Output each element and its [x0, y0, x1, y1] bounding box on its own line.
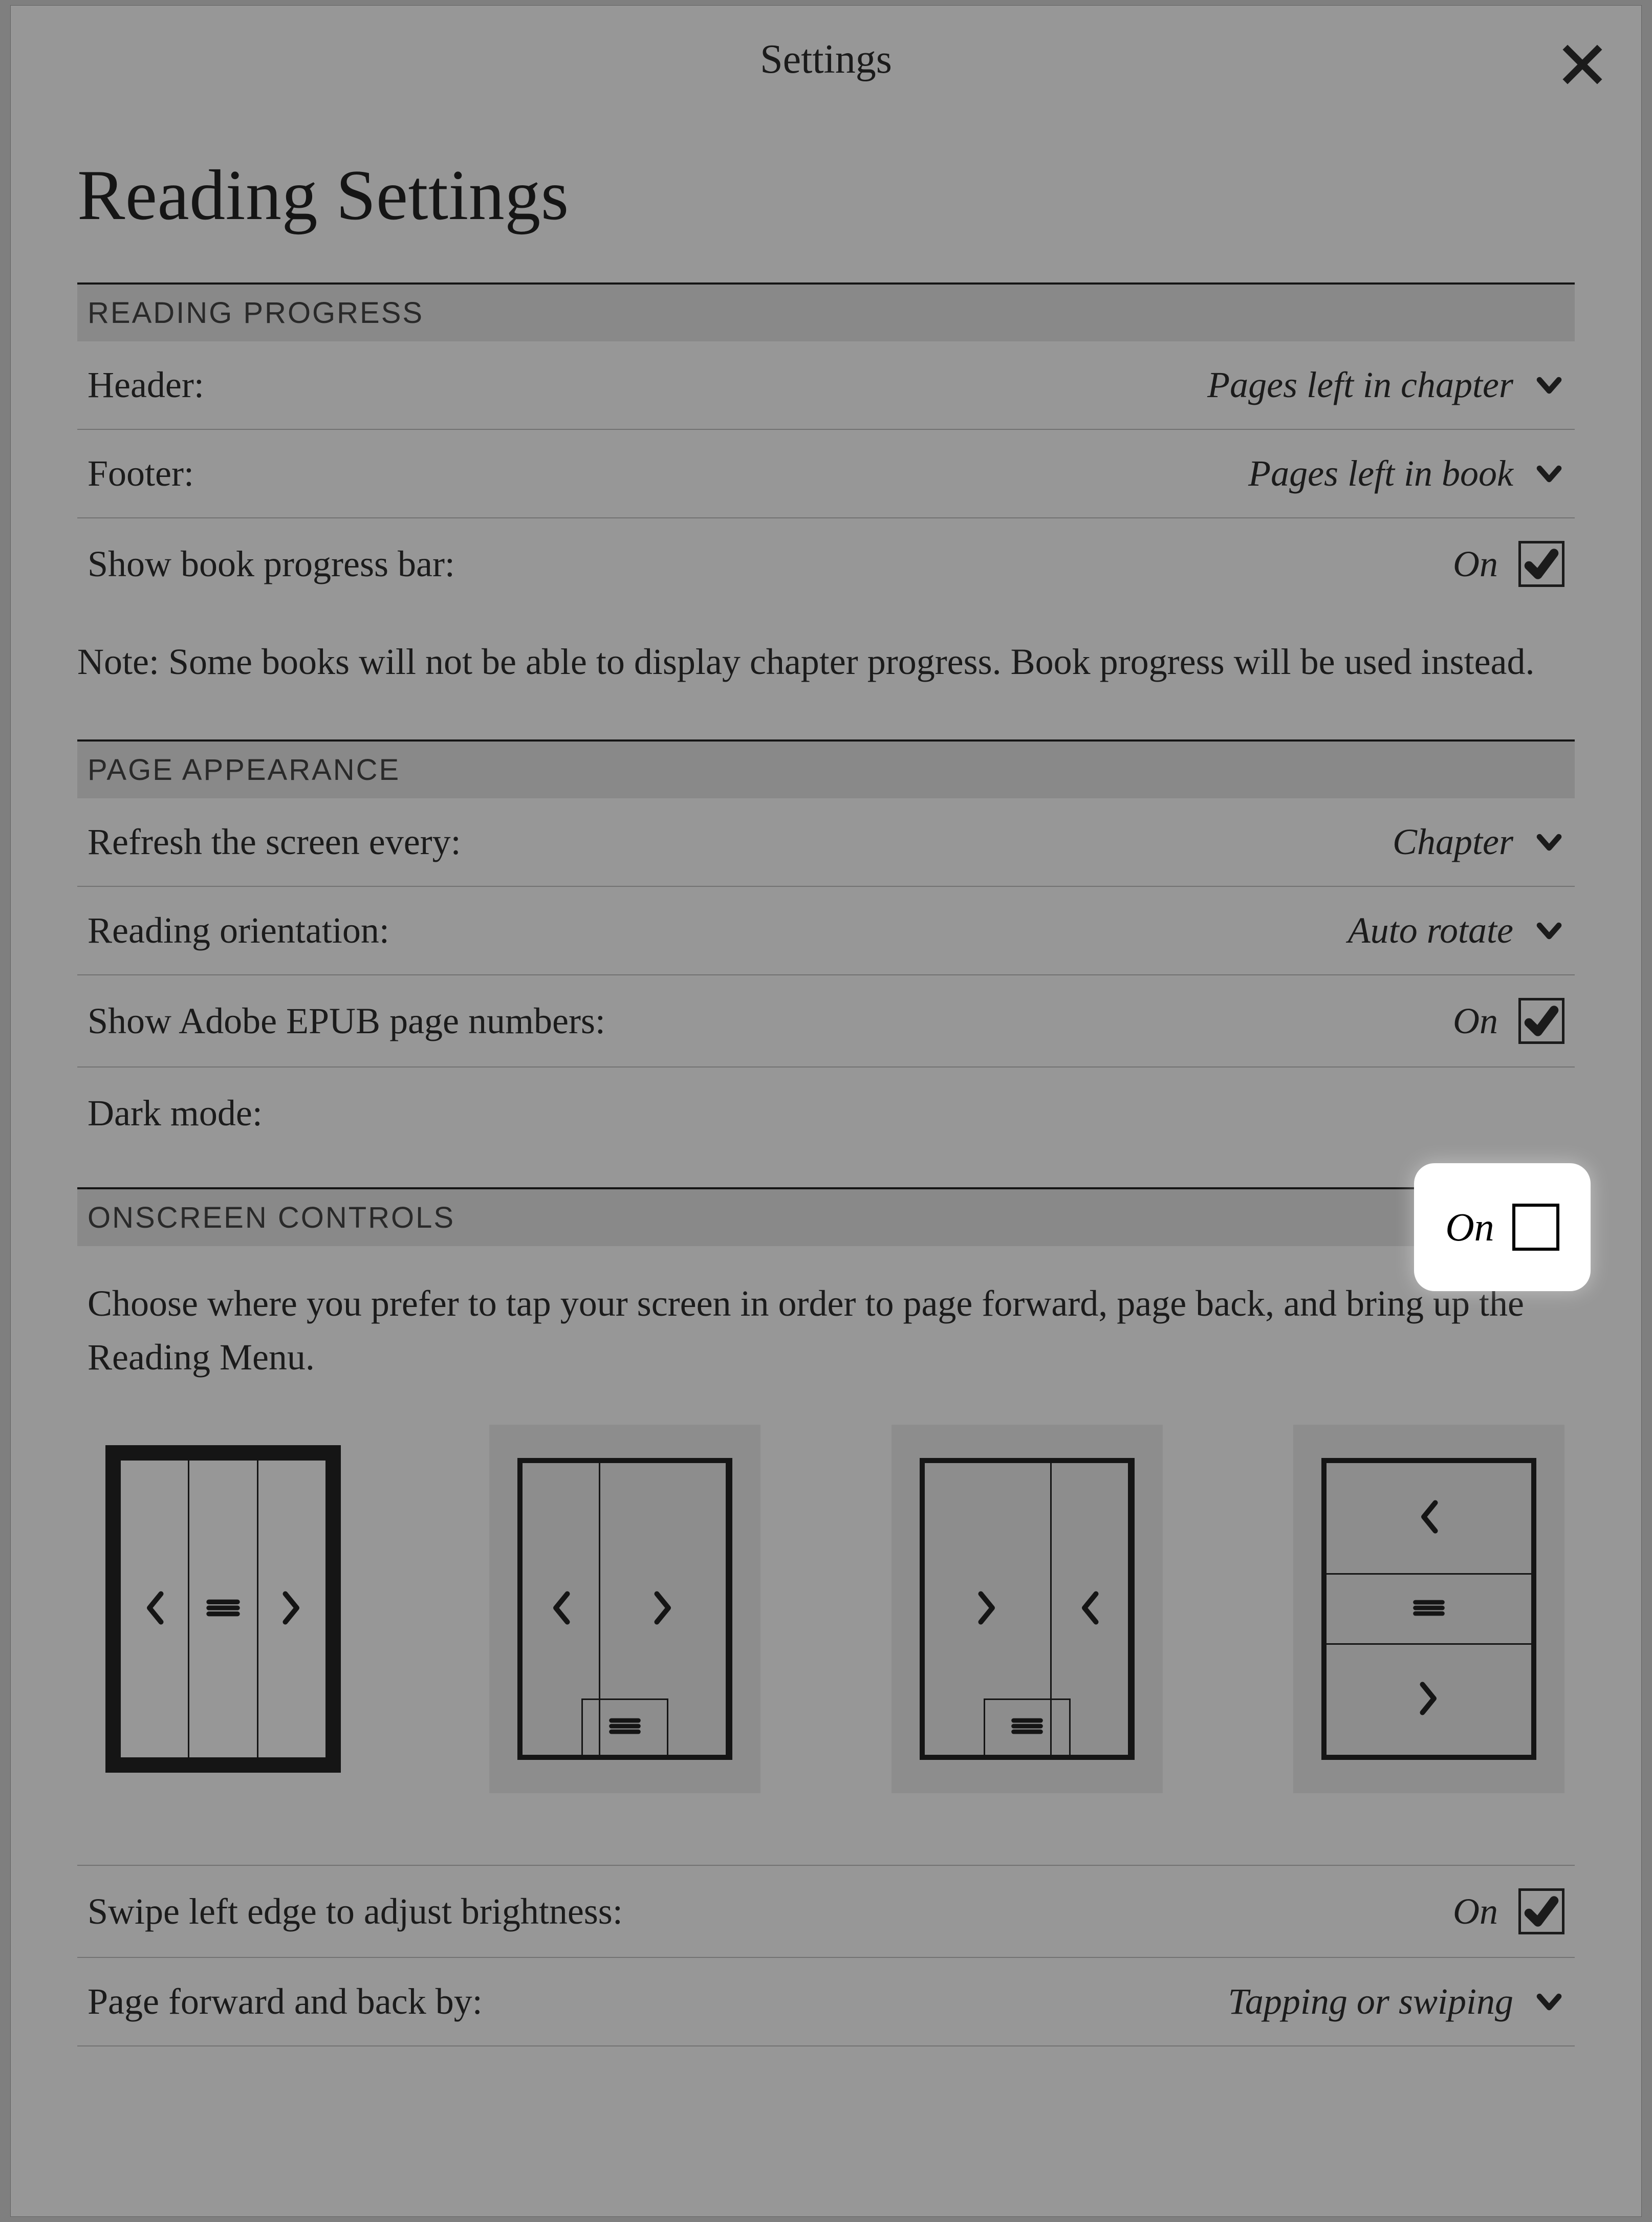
chevron-down-icon [1534, 827, 1564, 858]
row-label: Header: [88, 364, 204, 406]
row-value: Auto rotate [1348, 909, 1513, 952]
chevron-right-icon [974, 1590, 1000, 1628]
tap-layout-option-1[interactable] [88, 1425, 359, 1793]
row-label: Page forward and back by: [88, 1980, 483, 2023]
chevron-right-icon [1416, 1681, 1442, 1719]
section-header-onscreen-controls: ONSCREEN CONTROLS [77, 1187, 1575, 1246]
row-label: Reading orientation: [88, 909, 389, 952]
row-adobe-epub-numbers[interactable]: Show Adobe EPUB page numbers: On [77, 975, 1575, 1068]
close-icon [1559, 41, 1605, 88]
chevron-down-icon [1534, 370, 1564, 401]
chevron-left-icon [1416, 1499, 1442, 1537]
content-area: Reading Settings READING PROGRESS Header… [11, 154, 1641, 2046]
row-label: Show book progress bar: [88, 543, 455, 585]
dark-mode-toggle-highlight[interactable]: On [1414, 1163, 1591, 1291]
row-show-progress-bar[interactable]: Show book progress bar: On [77, 518, 1575, 609]
row-value: On [1453, 543, 1498, 585]
row-label: Swipe left edge to adjust brightness: [88, 1890, 623, 1933]
row-value: Pages left in chapter [1207, 364, 1513, 406]
row-value: Tapping or swiping [1228, 1980, 1513, 2023]
chevron-down-icon [1534, 1987, 1564, 2017]
row-label: Footer: [88, 452, 194, 495]
row-refresh-screen[interactable]: Refresh the screen every: Chapter [77, 798, 1575, 887]
row-value: On [1445, 1204, 1494, 1250]
titlebar: Settings [11, 6, 1641, 113]
section-header-reading-progress: READING PROGRESS [77, 282, 1575, 341]
chevron-left-icon [142, 1590, 167, 1628]
menu-icon [1411, 1597, 1447, 1622]
chevron-down-icon [1534, 459, 1564, 489]
chevron-right-icon [279, 1590, 305, 1628]
row-value: Pages left in book [1248, 452, 1513, 495]
checkbox-unchecked-icon[interactable] [1512, 1204, 1559, 1251]
close-button[interactable] [1554, 36, 1611, 93]
menu-icon [205, 1595, 241, 1623]
settings-window: Settings Reading Settings READING PROGRE… [10, 5, 1642, 2217]
chevron-left-icon [548, 1590, 574, 1628]
row-swipe-brightness[interactable]: Swipe left edge to adjust brightness: On [77, 1865, 1575, 1958]
tap-layout-option-4[interactable] [1293, 1425, 1564, 1793]
row-label: Refresh the screen every: [88, 821, 461, 863]
row-footer-display[interactable]: Footer: Pages left in book [77, 430, 1575, 518]
menu-icon [607, 1715, 643, 1740]
checkbox-checked-icon[interactable] [1518, 1888, 1564, 1934]
row-label: Show Adobe EPUB page numbers: [88, 1000, 605, 1042]
row-label: Dark mode: [88, 1092, 263, 1135]
row-reading-orientation[interactable]: Reading orientation: Auto rotate [77, 887, 1575, 975]
chevron-left-icon [1077, 1590, 1102, 1628]
onscreen-controls-instruction: Choose where you prefer to tap your scre… [77, 1246, 1575, 1414]
modal-title: Settings [760, 36, 892, 83]
row-page-nav-method[interactable]: Page forward and back by: Tapping or swi… [77, 1958, 1575, 2046]
checkbox-checked-icon[interactable] [1518, 998, 1564, 1044]
row-value: On [1453, 1000, 1498, 1042]
page-title: Reading Settings [77, 154, 1575, 236]
checkbox-checked-icon[interactable] [1518, 541, 1564, 587]
row-value: Chapter [1393, 821, 1513, 863]
menu-icon [1009, 1715, 1045, 1740]
chevron-right-icon [650, 1590, 676, 1628]
progress-note: Note: Some books will not be able to dis… [77, 609, 1575, 739]
chevron-down-icon [1534, 916, 1564, 946]
row-value: On [1453, 1890, 1498, 1933]
section-header-page-appearance: PAGE APPEARANCE [77, 739, 1575, 798]
tap-layout-option-2[interactable] [489, 1425, 760, 1793]
tap-layout-option-3[interactable] [892, 1425, 1163, 1793]
row-dark-mode[interactable]: Dark mode: On [77, 1068, 1575, 1187]
tap-layout-options [77, 1414, 1575, 1865]
row-header-display[interactable]: Header: Pages left in chapter [77, 341, 1575, 430]
